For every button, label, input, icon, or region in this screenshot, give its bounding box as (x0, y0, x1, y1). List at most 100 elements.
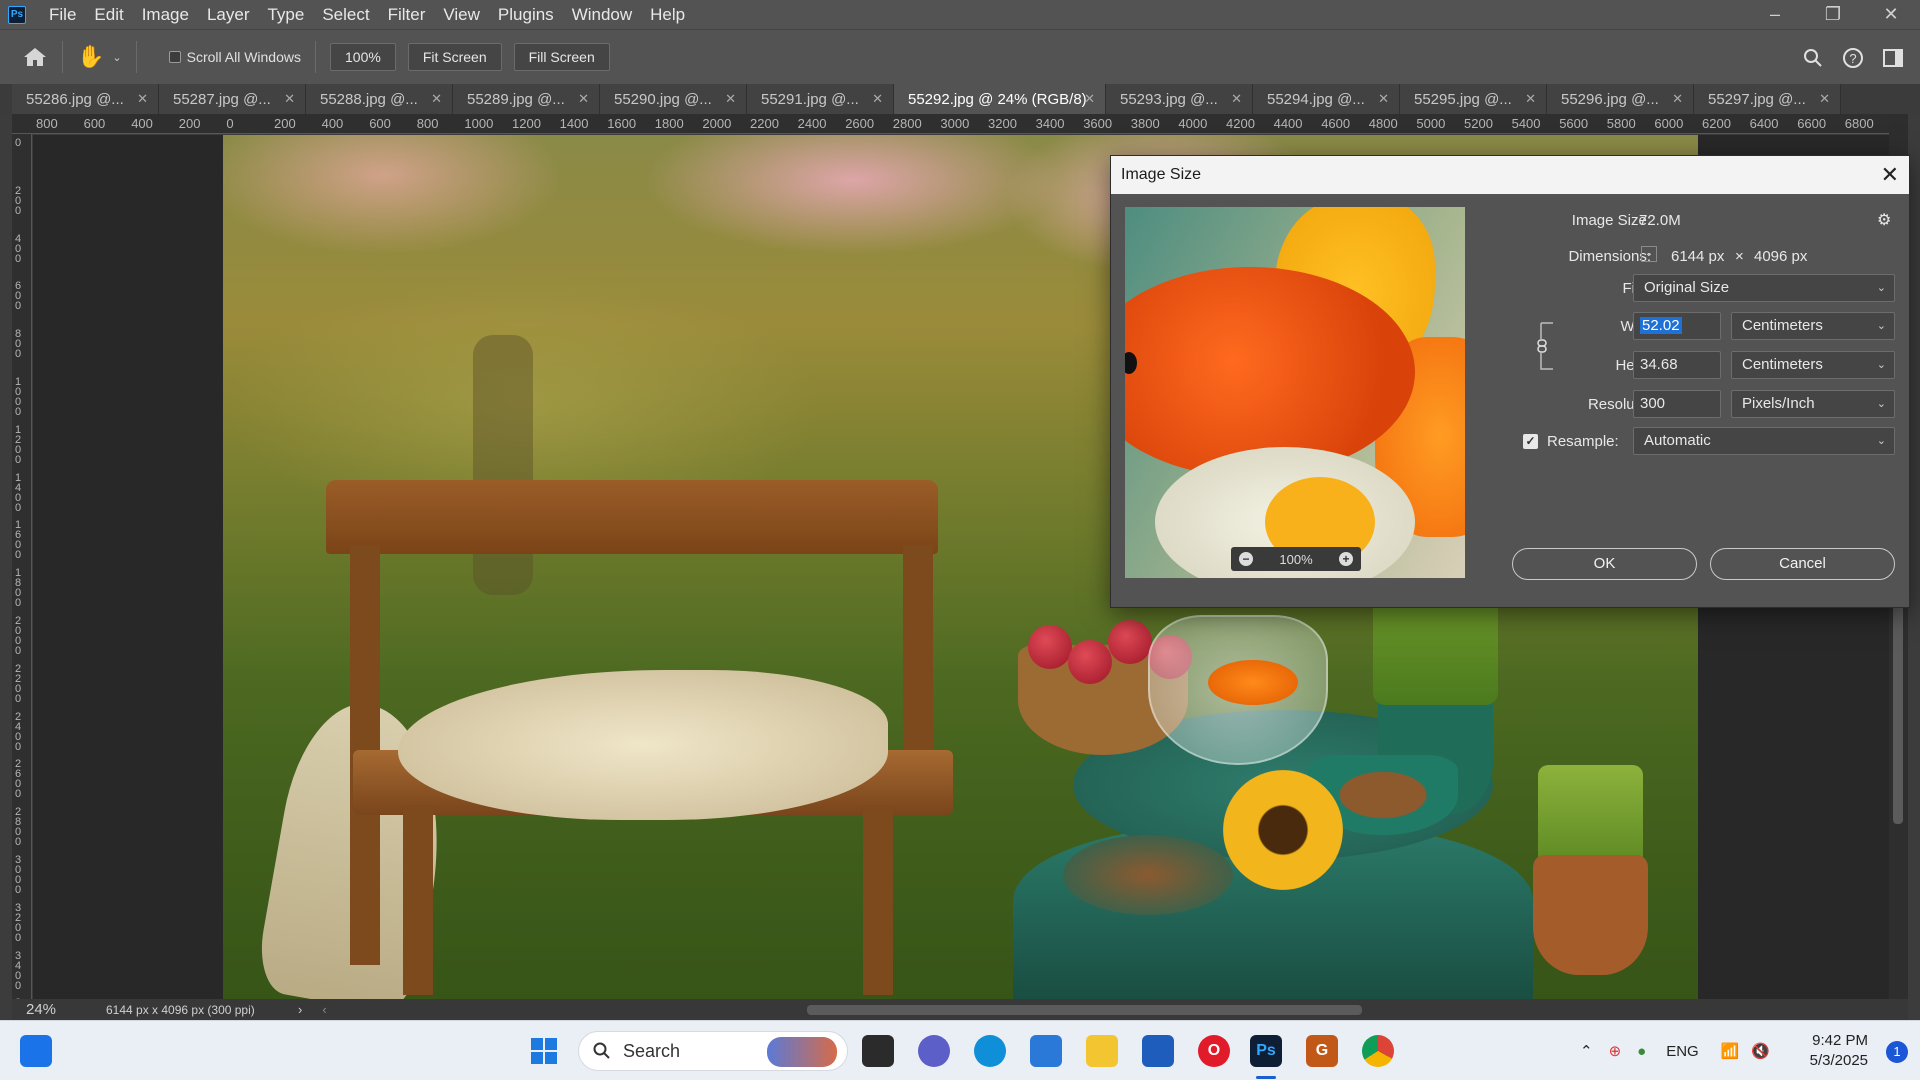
notification-badge[interactable]: 1 (1886, 1041, 1908, 1063)
network-globe-icon[interactable]: ⊕ (1609, 1042, 1622, 1060)
close-icon[interactable]: ✕ (1881, 156, 1899, 194)
clock[interactable]: 9:42 PM 5/3/2025 (1810, 1031, 1868, 1071)
close-tab-icon[interactable]: ✕ (1378, 91, 1389, 107)
tab-55288[interactable]: 55288.jpg @... ✕ (306, 84, 453, 114)
opera-icon[interactable]: O (1198, 1035, 1230, 1067)
home-icon[interactable] (22, 46, 48, 68)
menu-file[interactable]: File (40, 0, 85, 29)
close-tab-icon[interactable]: ✕ (1084, 91, 1095, 107)
close-tab-icon[interactable]: ✕ (1819, 91, 1830, 107)
fit-screen-button[interactable]: Fit Screen (407, 43, 502, 71)
help-icon[interactable]: ? (1840, 45, 1866, 71)
search-icon[interactable] (1800, 45, 1826, 71)
tab-55295[interactable]: 55295.jpg @... ✕ (1400, 84, 1547, 114)
store-icon[interactable] (1142, 1035, 1174, 1067)
language-indicator[interactable]: ENG (1666, 1043, 1699, 1060)
zoom-level[interactable]: 24% (12, 1001, 72, 1018)
close-tab-icon[interactable]: ✕ (1525, 91, 1536, 107)
fit-to-dropdown[interactable]: Original Size ⌄ (1633, 274, 1895, 302)
resample-dropdown[interactable]: Automatic ⌄ (1633, 427, 1895, 455)
width-input[interactable]: 52.02 (1633, 312, 1721, 340)
menu-view[interactable]: View (434, 0, 489, 29)
chevron-right-icon[interactable]: › (298, 1002, 302, 1017)
menu-window[interactable]: Window (563, 0, 641, 29)
photoshop-logo-icon[interactable]: Ps (8, 5, 26, 24)
zoom-in-icon[interactable]: + (1339, 552, 1353, 566)
security-icon[interactable]: ● (1637, 1043, 1646, 1060)
close-tab-icon[interactable]: ✕ (284, 91, 295, 107)
shield-app-icon[interactable]: G (1306, 1035, 1338, 1067)
taskbar-search[interactable]: Search (578, 1031, 848, 1071)
zoom-out-icon[interactable]: − (1239, 552, 1253, 566)
volume-muted-icon[interactable]: 🔇 (1751, 1042, 1770, 1060)
dimensions-chevron-icon[interactable]: ⌄ (1641, 246, 1657, 262)
image-preview[interactable]: − 100% + (1125, 207, 1465, 578)
ok-button[interactable]: OK (1512, 548, 1697, 580)
width-unit-dropdown[interactable]: Centimeters ⌄ (1731, 312, 1895, 340)
tab-55290[interactable]: 55290.jpg @... ✕ (600, 84, 747, 114)
close-tab-icon[interactable]: ✕ (872, 91, 883, 107)
edge-icon[interactable] (974, 1035, 1006, 1067)
restore-icon[interactable]: ❐ (1804, 0, 1862, 29)
photoshop-taskbar-icon[interactable]: Ps (1250, 1035, 1282, 1067)
height-input[interactable]: 34.68 (1633, 351, 1721, 379)
ruler-tick-label: 3800 (1130, 116, 1160, 131)
tab-55291[interactable]: 55291.jpg @... ✕ (747, 84, 894, 114)
file-explorer-icon[interactable] (1086, 1035, 1118, 1067)
horizontal-ruler[interactable]: 800 600 400 200 0 200 400 600 800 1000 1200 1400 160… (12, 114, 1908, 134)
minimize-icon[interactable]: – (1746, 0, 1804, 29)
menu-image[interactable]: Image (133, 0, 198, 29)
widgets-icon[interactable] (20, 1035, 52, 1067)
close-tab-icon[interactable]: ✕ (1672, 91, 1683, 107)
chevron-down-icon[interactable]: ⌄ (112, 51, 121, 64)
wifi-icon[interactable]: 📶 (1721, 1042, 1740, 1060)
tab-55286[interactable]: 55286.jpg @... ✕ (12, 84, 159, 114)
menu-select[interactable]: Select (313, 0, 378, 29)
menu-edit[interactable]: Edit (85, 0, 132, 29)
menu-filter[interactable]: Filter (379, 0, 435, 29)
close-tab-icon[interactable]: ✕ (725, 91, 736, 107)
scroll-all-windows-checkbox[interactable] (168, 51, 181, 63)
gear-icon[interactable]: ⚙ (1877, 210, 1891, 230)
camera-app-icon[interactable] (1030, 1035, 1062, 1067)
ruler-tick-label: 3600 (1083, 116, 1113, 131)
close-window-icon[interactable]: ✕ (1862, 0, 1920, 29)
fill-screen-button[interactable]: Fill Screen (513, 43, 610, 71)
divider (315, 41, 316, 73)
fit-to-value: Original Size (1644, 279, 1730, 296)
tab-55289[interactable]: 55289.jpg @... ✕ (453, 84, 600, 114)
workspace-icon[interactable] (1880, 45, 1906, 71)
menu-layer[interactable]: Layer (198, 0, 259, 29)
vertical-scroll-thumb[interactable] (1893, 594, 1903, 824)
chrome-icon[interactable] (1362, 1035, 1394, 1067)
tab-55294[interactable]: 55294.jpg @... ✕ (1253, 84, 1400, 114)
close-tab-icon[interactable]: ✕ (431, 91, 442, 107)
resolution-unit-dropdown[interactable]: Pixels/Inch ⌄ (1731, 390, 1895, 418)
close-tab-icon[interactable]: ✕ (578, 91, 589, 107)
zoom-100-button[interactable]: 100% (330, 43, 396, 71)
chevron-up-icon[interactable]: ⌃ (1580, 1042, 1593, 1060)
ruler-tick-label: 5400 (1511, 116, 1541, 131)
chat-icon[interactable] (918, 1035, 950, 1067)
menu-help[interactable]: Help (641, 0, 694, 29)
close-tab-icon[interactable]: ✕ (137, 91, 148, 107)
hand-tool-icon[interactable]: ✋ (77, 44, 104, 70)
menu-plugins[interactable]: Plugins (489, 0, 563, 29)
resample-checkbox[interactable]: ✓ (1523, 434, 1538, 449)
menu-type[interactable]: Type (258, 0, 313, 29)
close-tab-icon[interactable]: ✕ (1231, 91, 1242, 107)
cancel-button[interactable]: Cancel (1710, 548, 1895, 580)
tab-55297[interactable]: 55297.jpg @... ✕ (1694, 84, 1841, 114)
height-unit-dropdown[interactable]: Centimeters ⌄ (1731, 351, 1895, 379)
tab-55287[interactable]: 55287.jpg @... ✕ (159, 84, 306, 114)
vertical-ruler[interactable]: 0 200 400 600 800 1000 1200 1400 1600 1800 2000 220… (12, 134, 32, 999)
resolution-input[interactable]: 300 (1633, 390, 1721, 418)
task-view-icon[interactable] (862, 1035, 894, 1067)
scroll-left-icon[interactable]: ‹ (322, 1002, 326, 1017)
tab-55292-active[interactable]: 55292.jpg @ 24% (RGB/8) ✕ (894, 84, 1106, 114)
ruler-tick-label: 3200 (15, 901, 22, 944)
start-icon[interactable] (528, 1035, 560, 1067)
horizontal-scroll-thumb[interactable] (807, 1005, 1362, 1015)
tab-55296[interactable]: 55296.jpg @... ✕ (1547, 84, 1694, 114)
tab-55293[interactable]: 55293.jpg @... ✕ (1106, 84, 1253, 114)
